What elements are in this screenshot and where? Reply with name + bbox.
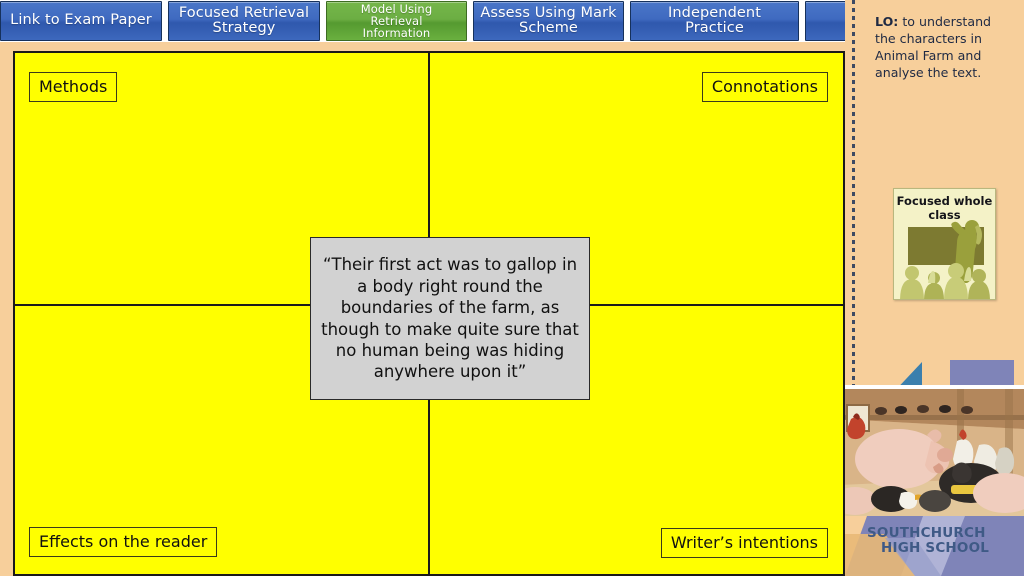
tab-label: Focused Retrieval Strategy [178,4,310,36]
animal-farm-photo [845,385,1024,520]
quadrant-label-connotations: Connotations [701,72,828,102]
tab-assess-using-mark-scheme[interactable]: Assess Using Mark Scheme [473,1,624,41]
tab-link-to-exam-paper[interactable]: Link to Exam Paper [0,1,162,41]
learning-objective-prefix: LO: [875,14,899,29]
sidebar-panel: LO: to understand the characters in Anim… [845,0,1024,576]
animal-farm-barn-illustration [845,389,1024,516]
tab-focused-retrieval-strategy[interactable]: Focused Retrieval Strategy [168,1,320,41]
learning-objective: LO: to understand the characters in Anim… [875,14,1005,82]
quadrant-label-methods: Methods [29,72,118,102]
quote-text: “Their first act was to gallop in a body… [321,255,579,382]
classroom-silhouette-icon [900,220,990,299]
focused-whole-class-card: Focused whole class [893,188,996,300]
quadrant-label-effects-on-the-reader: Effects on the reader [29,527,218,557]
tab-model-using-retrieval-information[interactable]: Model Using Retrieval Information [326,1,467,41]
quadrant-label-writers-intentions: Writer’s intentions [660,528,828,558]
logo-line-1: SOUTHCHURCH [867,525,986,541]
center-quote-box: “Their first act was to gallop in a body… [310,237,590,400]
logo-line-2: HIGH SCHOOL [881,540,990,557]
tab-label: Independent Practice [667,4,761,36]
tab-label: Assess Using Mark Scheme [480,4,617,36]
tab-label: Link to Exam Paper [10,12,152,29]
tab-independent-practice[interactable]: Independent Practice [630,1,799,41]
logo-text: SOUTHCHURCH HIGH SCHOOL [867,525,1024,557]
school-logo: SOUTHCHURCH HIGH SCHOOL [845,516,1024,576]
slide-canvas: Link to Exam Paper Focused Retrieval Str… [0,0,1024,576]
tab-label: Model Using Retrieval Information [360,1,433,41]
